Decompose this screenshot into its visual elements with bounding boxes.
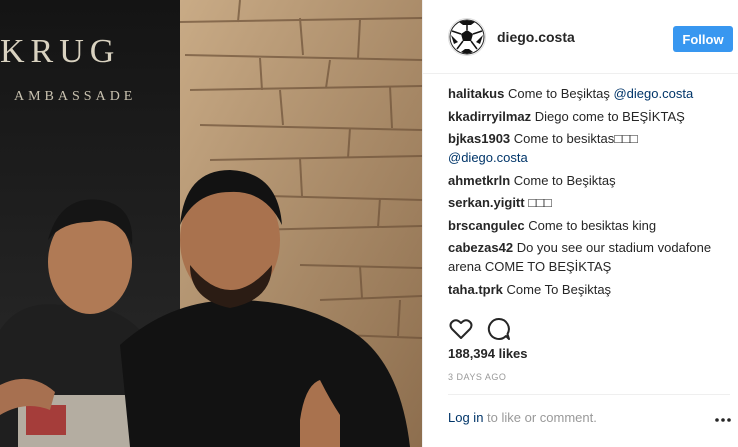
comment-text: Come to Beşiktaş <box>513 172 616 188</box>
more-options-icon[interactable] <box>713 410 733 430</box>
comment-username[interactable]: bjkas1903 <box>448 131 510 146</box>
like-count[interactable]: 188,394 likes <box>448 346 528 361</box>
comment-item: kkadirryilmaz Diego come to BEŞİKTAŞ <box>448 107 730 126</box>
sign-ambassade: AMBASSADE <box>14 89 136 104</box>
comment-text: Come to besiktas□□□ <box>513 131 638 146</box>
post-timestamp[interactable]: 3 DAYS AGO <box>448 372 506 382</box>
login-prompt: Log in to like or comment. <box>448 410 597 425</box>
comment-username[interactable]: cabezas42 <box>448 240 513 255</box>
post-photo[interactable]: KRUG AMBASSADE <box>0 0 422 447</box>
comment-text: Come to Beşiktaş <box>507 86 614 101</box>
post-actions <box>448 316 730 342</box>
instagram-post: KRUG AMBASSADE diego.costa Follow halita… <box>0 0 738 447</box>
comment-username[interactable]: taha.tprk <box>448 282 503 297</box>
avatar[interactable] <box>448 18 486 56</box>
comment-bubble-icon[interactable] <box>486 316 512 342</box>
comment-text: Diego come to BEŞİKTAŞ <box>534 108 685 124</box>
login-link[interactable]: Log in <box>448 410 483 425</box>
comment-item: cabezas42 Do you see our stadium vodafon… <box>448 238 730 276</box>
divider <box>448 394 730 395</box>
comment-username[interactable]: kkadirryilmaz <box>448 109 531 124</box>
comment-item: bjkas1903 Come to besiktas□□□ @diego.cos… <box>448 129 730 167</box>
comment-mention[interactable]: @diego.costa <box>448 150 528 165</box>
comment-item: taha.tprk Come To Beşiktaş <box>448 280 730 299</box>
login-prompt-text: to like or comment. <box>483 410 597 425</box>
comment-username[interactable]: halitakus <box>448 86 504 101</box>
comment-list: halitakus Come to Beşiktaş @diego.costa … <box>448 84 730 302</box>
heart-icon[interactable] <box>448 316 474 342</box>
soccer-ball-icon <box>449 19 485 55</box>
comment-mention[interactable]: @diego.costa <box>613 86 693 101</box>
post-username[interactable]: diego.costa <box>497 29 575 45</box>
comment-username[interactable]: ahmetkrln <box>448 173 510 188</box>
comment-text: Come To Beşiktaş <box>506 281 612 297</box>
follow-button[interactable]: Follow <box>673 26 733 52</box>
photo-illustration: KRUG AMBASSADE <box>0 0 422 447</box>
comment-item: ahmetkrln Come to Beşiktaş <box>448 171 730 190</box>
comment-text: □□□ <box>528 195 552 210</box>
comment-item: brscangulec Come to besiktas king <box>448 216 730 235</box>
comment-item: serkan.yigitt □□□ <box>448 193 730 212</box>
comment-username[interactable]: serkan.yigitt <box>448 195 525 210</box>
comment-item: halitakus Come to Beşiktaş @diego.costa <box>448 84 730 103</box>
post-sidebar: diego.costa Follow halitakus Come to Beş… <box>422 0 738 447</box>
sign-krug: KRUG <box>0 33 120 70</box>
post-header: diego.costa Follow <box>423 0 738 74</box>
comment-text: Come to besiktas king <box>528 217 657 233</box>
comment-username[interactable]: brscangulec <box>448 218 525 233</box>
